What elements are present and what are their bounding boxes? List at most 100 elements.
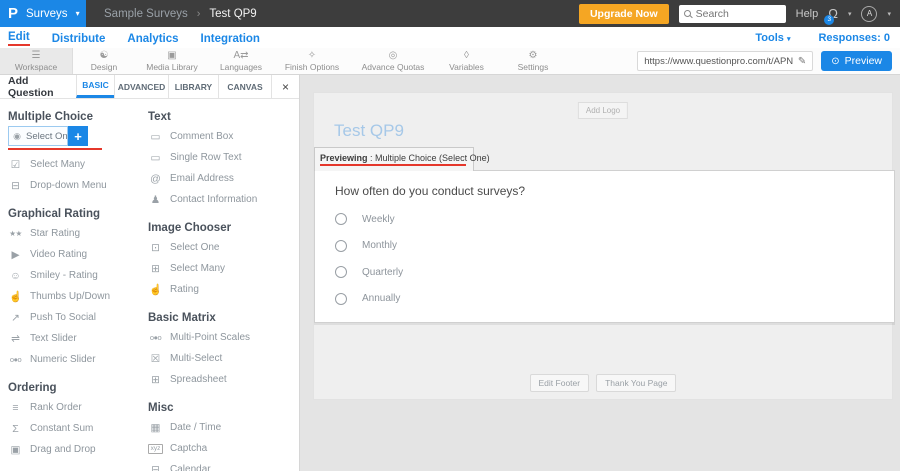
toolbar-item-advance-quotas[interactable]: ◎ Advance Quotas	[351, 48, 435, 74]
surveys-menu[interactable]: P Surveys ▾	[0, 0, 86, 27]
sidebar-item-push-to-social[interactable]: ↗ Push To Social	[8, 307, 140, 328]
breadcrumb-current: Test QP9	[209, 8, 256, 20]
nav-item-integration[interactable]: Integration	[201, 31, 260, 45]
breadcrumb-parent[interactable]: Sample Surveys	[104, 8, 188, 20]
nav-item-distribute[interactable]: Distribute	[52, 31, 106, 45]
toolbar-item-media-library[interactable]: ▣ Media Library	[135, 48, 209, 74]
notifications-button[interactable]: Ω 3	[828, 5, 838, 23]
toolbar-item-languages[interactable]: A⇄ Languages	[209, 48, 273, 74]
responses-link[interactable]: Responses: 0	[818, 32, 890, 44]
thank-you-page-button[interactable]: Thank You Page	[596, 374, 676, 392]
survey-toolbar: ☰ Workspace ☯ Design ▣ Media Library A⇄ …	[0, 48, 900, 75]
tab-library[interactable]: LIBRARY	[168, 75, 218, 98]
topbar-right: Upgrade Now Help Ω 3 ▾ A ▾	[579, 4, 900, 24]
sidebar-item-image-rating[interactable]: ☝ Rating	[148, 279, 292, 300]
option-label: Quarterly	[362, 267, 403, 278]
calendar-icon: ⊟	[148, 464, 163, 471]
magic-wand-icon: ✧	[308, 51, 316, 61]
sidebar-item-multi-point-scales[interactable]: o●o Multi-Point Scales	[148, 327, 292, 348]
radio-icon[interactable]	[335, 240, 347, 252]
red-underline	[320, 164, 466, 166]
question-text[interactable]: How often do you conduct surveys?	[335, 184, 874, 198]
tab-canvas[interactable]: CANVAS	[218, 75, 271, 98]
toolbar-item-variables[interactable]: ◊ Variables	[435, 48, 498, 74]
sidebar-item-numeric-slider[interactable]: o●o Numeric Slider	[8, 349, 140, 370]
edit-footer-button[interactable]: Edit Footer	[530, 374, 590, 392]
option-label: Annually	[362, 293, 400, 304]
sidebar-item-text-slider[interactable]: ⇌ Text Slider	[8, 328, 140, 349]
nav-item-edit[interactable]: Edit	[8, 29, 30, 46]
star-rating-icon: ★★	[8, 229, 23, 238]
select-one-item[interactable]: ◉ Select One	[8, 126, 68, 146]
text-slider-icon: ⇌	[8, 333, 23, 345]
add-question-sidebar: Add Question BASIC ADVANCED LIBRARY CANV…	[0, 75, 300, 471]
add-logo-button[interactable]: Add Logo	[578, 102, 628, 119]
section-heading: Image Chooser	[148, 222, 292, 234]
radio-icon[interactable]	[335, 293, 347, 305]
comment-box-icon: ▭	[148, 131, 163, 143]
sidebar-item-spreadsheet[interactable]: ⊞ Spreadsheet	[148, 369, 292, 390]
upgrade-now-button[interactable]: Upgrade Now	[579, 4, 669, 24]
tools-menu[interactable]: Tools ▾	[755, 32, 790, 44]
sidebar-item-date-time[interactable]: ▦ Date / Time	[148, 417, 292, 438]
chevron-down-icon: ▾	[887, 10, 891, 18]
radio-icon[interactable]	[335, 213, 347, 225]
top-bar: P Surveys ▾ Sample Surveys › Test QP9 Up…	[0, 0, 900, 27]
tab-basic[interactable]: BASIC	[76, 75, 114, 98]
sidebar-item-rank-order[interactable]: ≡ Rank Order	[8, 397, 140, 418]
sidebar-item-contact-information[interactable]: ♟ Contact Information	[148, 189, 292, 210]
answer-option: Monthly	[335, 233, 874, 260]
toolbar-item-settings[interactable]: ⚙ Settings	[498, 48, 568, 74]
question-card[interactable]: How often do you conduct surveys? Weekly…	[314, 170, 895, 323]
avatar[interactable]: A	[861, 6, 877, 22]
sidebar-item-image-select-many[interactable]: ⊞ Select Many	[148, 258, 292, 279]
breadcrumb: Sample Surveys › Test QP9	[104, 8, 257, 20]
sidebar-item-single-row-text[interactable]: ▭ Single Row Text	[148, 147, 292, 168]
numeric-slider-icon: o●o	[8, 355, 23, 364]
survey-title[interactable]: Test QP9	[334, 121, 404, 141]
nav-item-analytics[interactable]: Analytics	[127, 31, 178, 45]
sidebar-item-constant-sum[interactable]: Σ Constant Sum	[8, 418, 140, 439]
gear-icon: ⚙	[529, 51, 538, 61]
sidebar-item-drag-and-drop[interactable]: ▣ Drag and Drop	[8, 439, 140, 460]
radio-icon[interactable]	[335, 266, 347, 278]
section-heading: Text	[148, 111, 292, 123]
sidebar-item-dropdown-menu[interactable]: ⊟ Drop-down Menu	[8, 175, 140, 196]
sidebar-item-comment-box[interactable]: ▭ Comment Box	[148, 126, 292, 147]
sidebar-item-calendar[interactable]: ⊟ Calendar	[148, 459, 292, 471]
sidebar-item-smiley-rating[interactable]: ☺ Smiley - Rating	[8, 265, 140, 286]
previewing-tag: Previewing : Multiple Choice (Select One…	[314, 147, 474, 171]
red-underline	[8, 148, 102, 150]
answer-option: Weekly	[335, 206, 874, 233]
toolbar-item-finish-options[interactable]: ✧ Finish Options	[273, 48, 351, 74]
tab-advanced[interactable]: ADVANCED	[114, 75, 168, 98]
toolbar-item-design[interactable]: ☯ Design	[73, 48, 135, 74]
sidebar-header: Add Question BASIC ADVANCED LIBRARY CANV…	[0, 75, 299, 99]
multi-select-icon: ☒	[148, 353, 163, 365]
close-icon[interactable]: ×	[271, 75, 299, 98]
multi-point-scales-icon: o●o	[148, 333, 163, 342]
preview-button[interactable]: ⊙ Preview	[821, 51, 892, 71]
surveys-menu-label: Surveys	[26, 8, 68, 20]
previewing-label: Previewing	[320, 153, 368, 163]
sidebar-item-multi-select[interactable]: ☒ Multi-Select	[148, 348, 292, 369]
sidebar-item-image-select-one[interactable]: ⊡ Select One	[148, 237, 292, 258]
survey-url-input[interactable]	[644, 56, 793, 67]
help-link[interactable]: Help	[796, 8, 819, 20]
sidebar-item-captcha[interactable]: xyz Captcha	[148, 438, 292, 459]
edit-pencil-icon[interactable]: ✎	[798, 56, 806, 67]
add-question-plus-button[interactable]: +	[68, 126, 88, 146]
toolbar-item-workspace[interactable]: ☰ Workspace	[0, 48, 73, 74]
sidebar-item-star-rating[interactable]: ★★ Star Rating	[8, 223, 140, 244]
chevron-down-icon: ▾	[76, 9, 80, 18]
single-row-text-icon: ▭	[148, 152, 163, 164]
sidebar-item-thumbs-updown[interactable]: ☝ Thumbs Up/Down	[8, 286, 140, 307]
sidebar-item-select-many[interactable]: ☑ Select Many	[8, 154, 140, 175]
main-nav: Edit Distribute Analytics Integration To…	[0, 27, 900, 48]
questionpro-logo[interactable]: P	[8, 6, 18, 21]
sidebar-item-email-address[interactable]: @ Email Address	[148, 168, 292, 189]
image-select-one-icon: ⊡	[148, 242, 163, 254]
sidebar-item-video-rating[interactable]: ▶ Video Rating	[8, 244, 140, 265]
search-box[interactable]	[679, 5, 786, 23]
search-input[interactable]	[696, 8, 778, 20]
